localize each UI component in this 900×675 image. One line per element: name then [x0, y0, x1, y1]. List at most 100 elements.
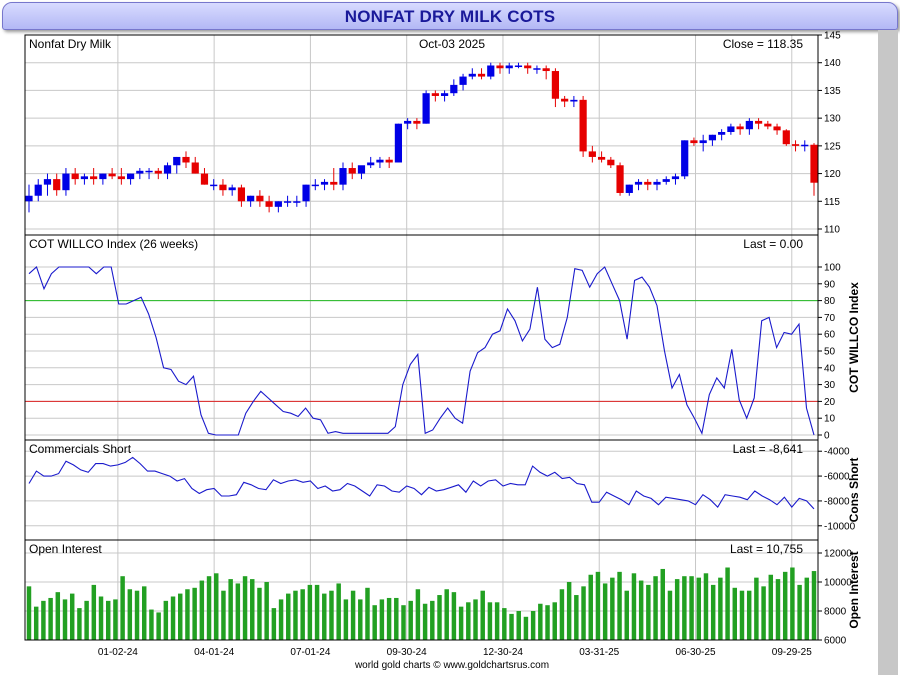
candle [588, 151, 596, 157]
candle [708, 134, 717, 141]
open-interest-bar [494, 602, 500, 640]
candle [339, 168, 347, 185]
side-axis-title: Cons Short [847, 458, 861, 523]
open-interest-bar [530, 611, 536, 640]
candle [320, 181, 329, 185]
y-tick-label: 90 [824, 279, 836, 290]
candle [117, 176, 125, 180]
x-tick-label: 06-30-25 [675, 647, 715, 658]
x-tick-label: 09-30-24 [387, 647, 427, 658]
open-interest-bar [91, 584, 97, 640]
open-interest-bar [732, 587, 738, 640]
open-interest-bar [41, 600, 46, 640]
open-interest-bar [646, 584, 651, 640]
vertical-grid [117, 35, 793, 640]
candle [644, 181, 652, 185]
panel-border [24, 34, 819, 236]
candle [754, 120, 763, 124]
open-interest-bar [372, 605, 377, 640]
side-axis-title: COT WILLCO Index [847, 282, 861, 393]
y-tick-label: 80 [824, 296, 836, 307]
candle [773, 126, 781, 131]
open-interest-bar [782, 571, 788, 640]
open-interest-bar [552, 602, 557, 640]
open-interest-bar [286, 593, 291, 640]
candle [450, 84, 458, 94]
candle [25, 195, 33, 202]
last-value-label: Last = 10,755 [730, 542, 803, 556]
open-interest-bar [33, 606, 39, 640]
candle [597, 156, 606, 160]
y-tick-label: 6000 [824, 636, 847, 647]
candle [662, 179, 670, 182]
open-interest-bar [156, 612, 161, 640]
panel-border [24, 439, 819, 541]
open-interest-bar [214, 573, 219, 640]
open-interest-bar [401, 605, 406, 640]
y-tick-label: 20 [824, 397, 836, 408]
candle [247, 195, 255, 202]
open-interest-bar [178, 593, 183, 640]
open-interest-bar [113, 599, 118, 640]
open-interest-bar [444, 589, 449, 640]
open-interest-bar [466, 602, 471, 640]
open-interest-bar [199, 580, 205, 640]
last-value-label: Last = 0.00 [743, 237, 803, 251]
candle [764, 123, 772, 127]
panel-4: 600080001000012000Open Interest Last = 10… [24, 539, 861, 647]
open-interest-bar [257, 587, 262, 640]
open-interest-bar [120, 576, 125, 640]
open-interest-bar [185, 589, 190, 640]
y-tick-label: 50 [824, 347, 836, 358]
open-interest-bar [797, 584, 802, 640]
panel-border [24, 234, 819, 441]
candle [136, 170, 144, 174]
candle [62, 173, 70, 191]
open-interest-bar [422, 603, 428, 640]
candle [200, 173, 209, 185]
open-interest-bar [775, 579, 781, 640]
open-interest-bar [264, 582, 269, 640]
open-interest-bar [127, 589, 133, 640]
candle [330, 181, 338, 185]
candle [99, 173, 107, 180]
candle [311, 184, 319, 187]
open-interest-bar [451, 592, 457, 640]
candle [551, 71, 560, 99]
open-interest-bar [790, 567, 795, 640]
y-tick-label: 130 [824, 114, 841, 125]
open-interest-bar [55, 592, 61, 640]
candle [440, 93, 449, 96]
y-tick-label: 100 [824, 263, 841, 274]
open-interest-bar [365, 587, 370, 640]
open-interest-bar [430, 600, 435, 640]
candle [431, 93, 439, 96]
open-interest-bar [566, 582, 572, 640]
open-interest-bar [624, 590, 629, 640]
open-interest-bar [689, 576, 694, 640]
y-tick-label: 140 [824, 58, 841, 69]
open-interest-bar [105, 600, 111, 640]
candle [210, 184, 218, 187]
candle [736, 126, 744, 130]
open-interest-bar [408, 600, 413, 640]
y-tick-label: 60 [824, 330, 836, 341]
y-tick-label: 70 [824, 313, 836, 324]
panel-title: Open Interest [29, 542, 102, 556]
open-interest-bar [379, 599, 385, 640]
open-interest-bar [250, 579, 255, 640]
open-interest-bar [62, 599, 68, 640]
candle [653, 181, 661, 185]
open-interest-bar [69, 593, 75, 640]
candle [237, 187, 246, 202]
open-interest-bar [739, 590, 745, 640]
candle [607, 159, 615, 166]
candle [348, 168, 356, 174]
open-interest-bar [638, 580, 644, 640]
open-interest-bar [314, 584, 320, 640]
open-interest-bar [538, 603, 543, 640]
open-interest-bar [278, 599, 284, 640]
open-interest-bar [77, 608, 82, 640]
candle [182, 156, 190, 163]
open-interest-bar [437, 595, 442, 640]
